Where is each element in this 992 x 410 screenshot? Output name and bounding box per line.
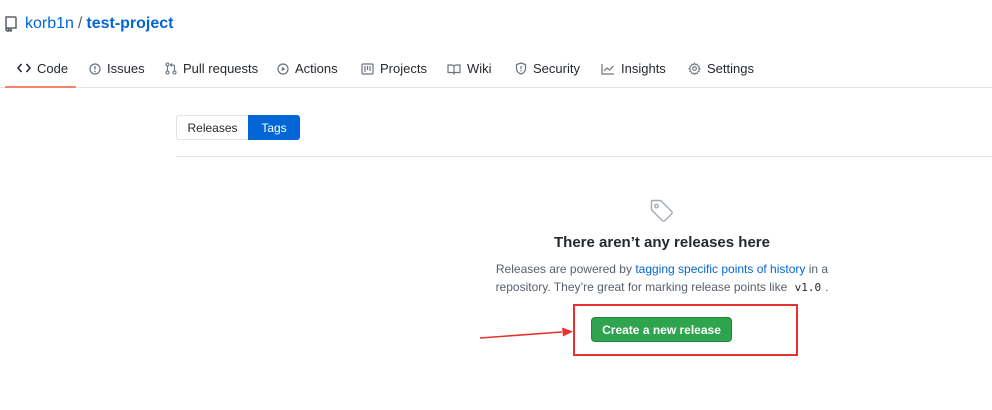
tab-wiki-label: Wiki bbox=[467, 61, 492, 76]
tab-pull-requests[interactable]: Pull requests bbox=[165, 50, 258, 87]
tab-projects[interactable]: Projects bbox=[361, 50, 427, 87]
repo-separator: / bbox=[77, 15, 83, 32]
releases-tags-subnav: Releases Tags bbox=[176, 115, 300, 140]
tags-tab-button[interactable]: Tags bbox=[248, 115, 300, 140]
pull-request-icon bbox=[165, 62, 177, 75]
tab-code[interactable]: Code bbox=[5, 50, 76, 88]
annotation-highlight-box bbox=[573, 304, 798, 356]
annotation-arrow bbox=[479, 327, 573, 339]
tab-projects-label: Projects bbox=[380, 61, 427, 76]
version-example-code: v1.0 bbox=[794, 281, 822, 294]
tab-settings[interactable]: Settings bbox=[688, 50, 754, 87]
play-icon bbox=[277, 62, 289, 75]
desc-prefix: Releases are powered by bbox=[495, 262, 632, 276]
tab-issues-label: Issues bbox=[107, 61, 145, 76]
tab-wiki[interactable]: Wiki bbox=[447, 50, 492, 87]
tagging-docs-link[interactable]: tagging specific points of history bbox=[635, 262, 805, 276]
tag-icon bbox=[648, 197, 676, 225]
book-icon bbox=[447, 63, 461, 75]
tab-issues[interactable]: Issues bbox=[89, 50, 145, 87]
code-icon bbox=[17, 62, 31, 74]
releases-tab-button[interactable]: Releases bbox=[176, 115, 248, 140]
tab-insights[interactable]: Insights bbox=[601, 50, 666, 87]
repo-name-link[interactable]: test-project bbox=[86, 15, 173, 33]
blankslate-title: There aren’t any releases here bbox=[554, 234, 770, 251]
tab-insights-label: Insights bbox=[621, 61, 666, 76]
issue-icon bbox=[89, 62, 101, 75]
tab-security-label: Security bbox=[533, 61, 580, 76]
tab-actions[interactable]: Actions bbox=[277, 50, 338, 87]
desc-suffix: . bbox=[825, 280, 829, 294]
tab-actions-label: Actions bbox=[295, 61, 338, 76]
tab-settings-label: Settings bbox=[707, 61, 754, 76]
tab-code-label: Code bbox=[37, 60, 69, 76]
repo-icon bbox=[5, 16, 17, 32]
tab-pull-requests-label: Pull requests bbox=[183, 61, 259, 76]
project-icon bbox=[361, 62, 374, 75]
shield-icon bbox=[515, 62, 527, 75]
blankslate-description: Releases are powered by tagging specific… bbox=[476, 260, 848, 297]
tab-security[interactable]: Security bbox=[515, 50, 580, 87]
repo-owner-link[interactable]: korb1n bbox=[25, 15, 74, 33]
divider bbox=[176, 156, 992, 157]
repo-nav: Code Issues Pull requests Actions Projec… bbox=[0, 50, 992, 88]
repo-header: korb1n / test-project bbox=[5, 12, 174, 36]
page: korb1n / test-project Code Issues Pull r… bbox=[0, 0, 992, 410]
gear-icon bbox=[688, 62, 701, 75]
graph-icon bbox=[601, 63, 615, 75]
